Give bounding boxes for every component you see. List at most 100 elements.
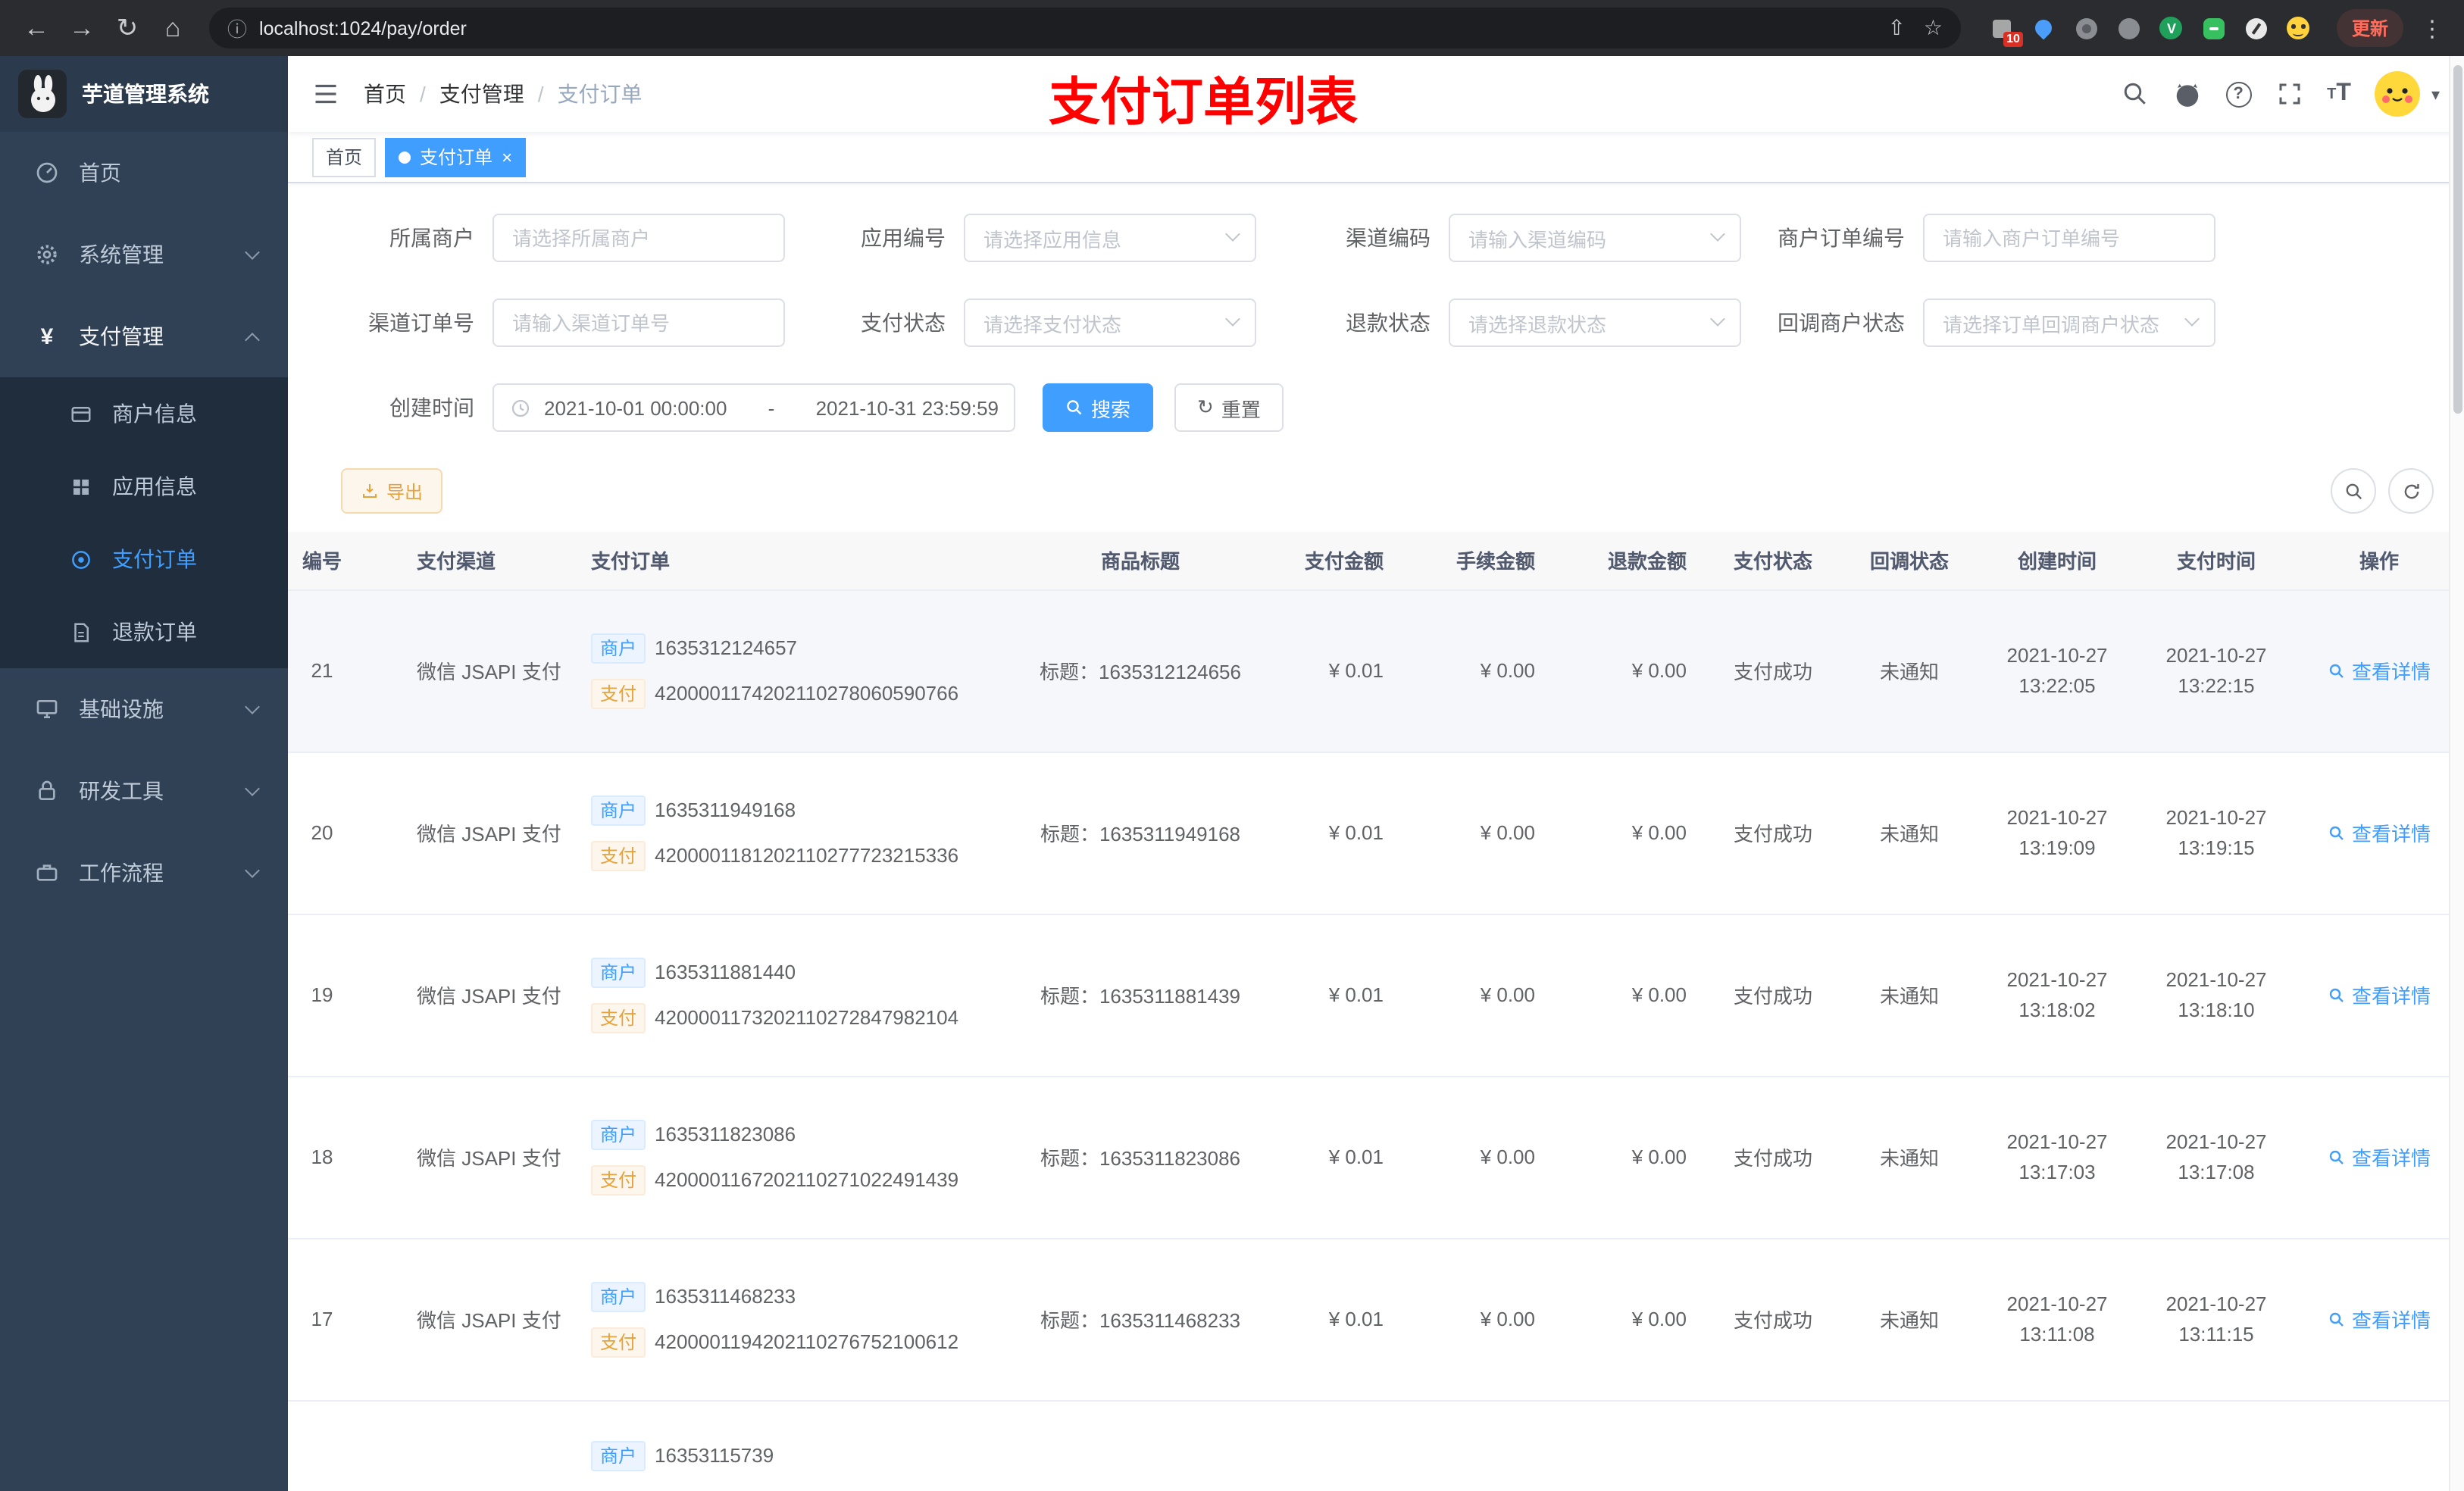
dashboard-icon [30,161,64,185]
pay-time: 13:17:08 [2178,1160,2255,1183]
toggle-search-button[interactable] [2331,468,2376,514]
extension-icon-5[interactable]: V [2158,14,2185,42]
browser-update-button[interactable]: 更新 [2336,9,2403,47]
magnifier-icon [2329,1149,2344,1164]
site-info-icon[interactable]: ⓘ [227,14,247,42]
close-icon[interactable]: × [502,146,512,167]
clock-icon [509,396,532,419]
header-channel: 支付渠道 [402,532,576,590]
view-detail-link[interactable]: 查看详情 [2328,980,2431,1009]
merchant-input[interactable] [492,214,785,262]
bookmark-star-icon[interactable]: ☆ [1924,15,1943,41]
page-scrollbar[interactable] [2449,56,2464,1491]
reload-icon[interactable]: ↻ [106,7,149,49]
merchant-tag: 商户 [591,795,646,825]
extension-icon-1[interactable]: 10 [1988,14,2023,46]
view-detail-label: 查看详情 [2351,985,2431,1008]
empty-cell [2137,1400,2296,1474]
create-time-cell: 2021-10-27 13:22:05 [1978,589,2137,752]
breadcrumb-home[interactable]: 首页 [364,79,406,109]
view-detail-link[interactable]: 查看详情 [2328,1305,2431,1333]
merchant-order-no-input[interactable] [1923,214,2215,262]
fullscreen-icon[interactable] [2275,80,2303,108]
extension-icon-3[interactable] [2073,14,2100,42]
search-button[interactable]: 搜索 [1043,383,1154,432]
app-select[interactable]: 请选择应用信息 [964,214,1256,262]
monitor-icon [30,697,64,721]
filter-notify-status: 回调商户状态 请选择订单回调商户状态 [1741,299,2215,347]
back-icon[interactable]: ← [15,7,58,49]
user-avatar-dropdown[interactable]: ▾ [2375,71,2440,117]
reset-button[interactable]: ↻ 重置 [1174,383,1284,432]
browser-menu-icon[interactable]: ⋮ [2416,14,2449,42]
app-logo[interactable]: 芋道管理系统 [0,56,288,132]
action-cell: 查看详情 [2296,914,2462,1077]
sidebar-item-dev-tools[interactable]: 研发工具 [0,750,288,832]
merchant-order-no: 1635311949168 [655,798,796,821]
small-t-glyph: T [2327,86,2337,102]
extension-icon-4[interactable] [2115,14,2143,42]
github-icon[interactable] [2172,80,2201,108]
profile-avatar-icon[interactable] [2285,14,2312,42]
annotation-title: 支付订单列表 [1049,74,1358,132]
share-icon[interactable]: ⇧ [1887,15,1905,41]
sidebar-item-payment[interactable]: ¥ 支付管理 [0,295,288,377]
view-detail-link[interactable]: 查看详情 [2328,818,2431,847]
help-icon[interactable]: ? [2225,81,2252,107]
sidebar-item-label: 工作流程 [79,861,164,885]
pay-order-cell: 商户 1635311949168 支付 4200001181202110277723… [576,752,1008,914]
sidebar-item-label: 系统管理 [79,242,164,267]
font-size-icon[interactable]: TT [2327,80,2351,108]
sidebar-item-merchant-info[interactable]: 商户信息 [0,377,288,450]
tab-home[interactable]: 首页 [312,137,377,177]
pay-status-placeholder: 请选择支付状态 [983,313,1122,336]
home-icon[interactable]: ⌂ [152,7,194,49]
pay-time-cell: 2021-10-27 13:18:10 [2137,914,2296,1077]
reset-button-label: 重置 [1221,398,1261,420]
view-detail-link[interactable]: 查看详情 [2328,656,2431,685]
tab-pay-order[interactable]: 支付订单 × [385,137,527,177]
empty-cell [1402,1400,1553,1474]
refresh-table-button[interactable] [2388,468,2434,514]
extension-icon-2[interactable] [2031,14,2058,42]
search-icon[interactable] [2121,80,2148,108]
pay-time: 13:18:10 [2178,998,2255,1021]
breadcrumb-current: 支付订单 [557,82,643,106]
smiley-glyph [2287,17,2310,39]
sidebar-item-label: 支付订单 [112,547,197,571]
refund-status-select[interactable]: 请选择退款状态 [1449,299,1741,347]
notify-status-select[interactable]: 请选择订单回调商户状态 [1923,299,2215,347]
extension-icon-6[interactable] [2200,14,2228,42]
forward-icon[interactable]: → [61,7,103,49]
channel-code-select[interactable]: 请输入渠道编码 [1449,214,1741,262]
view-detail-link[interactable]: 查看详情 [2328,1142,2431,1171]
sidebar-item-workflow[interactable]: 工作流程 [0,832,288,914]
empty-cell [1841,1400,1978,1474]
sidebar-item-refund-order[interactable]: 退款订单 [0,595,288,668]
hamburger-icon[interactable] [312,80,339,108]
filter-app: 应用编号 请选择应用信息 [785,214,1256,262]
header-refund: 退款金额 [1553,532,1705,590]
sidebar-item-app-info[interactable]: 应用信息 [0,450,288,523]
url-text[interactable]: localhost:1024/pay/order [259,17,467,39]
header-amount: 支付金额 [1273,532,1402,590]
merchant-card-icon [64,402,97,425]
filter-create-time: 创建时间 2021-10-01 00:00:00 - 2021-10-31 23… [341,383,1015,432]
address-bar[interactable]: ⓘ localhost:1024/pay/order ⇧ ☆ [209,8,1961,48]
header-id: 编号 [288,532,402,590]
table-toolbar: 导出 [318,468,2434,514]
sidebar-item-pay-order[interactable]: 支付订单 [0,523,288,595]
notify-status-cell: 未通知 [1841,1238,1978,1401]
export-button[interactable]: 导出 [341,468,443,514]
sidebar-item-infrastructure[interactable]: 基础设施 [0,668,288,750]
channel-order-no-input[interactable] [492,299,785,347]
tab-label: 首页 [326,147,363,168]
pay-status-select[interactable]: 请选择支付状态 [964,299,1256,347]
order-table: 编号 支付渠道 支付订单 商品标题 支付金额 手续金额 退款金额 支付状态 回调… [288,532,2462,1474]
payment-submenu: 商户信息 应用信息 支付订单 退款订单 [0,377,288,668]
scrollbar-thumb[interactable] [2453,65,2462,414]
extensions-pin-icon[interactable] [2243,14,2270,42]
sidebar-item-system[interactable]: 系统管理 [0,214,288,295]
sidebar-item-home[interactable]: 首页 [0,132,288,214]
create-time-range-picker[interactable]: 2021-10-01 00:00:00 - 2021-10-31 23:59:5… [492,383,1015,432]
